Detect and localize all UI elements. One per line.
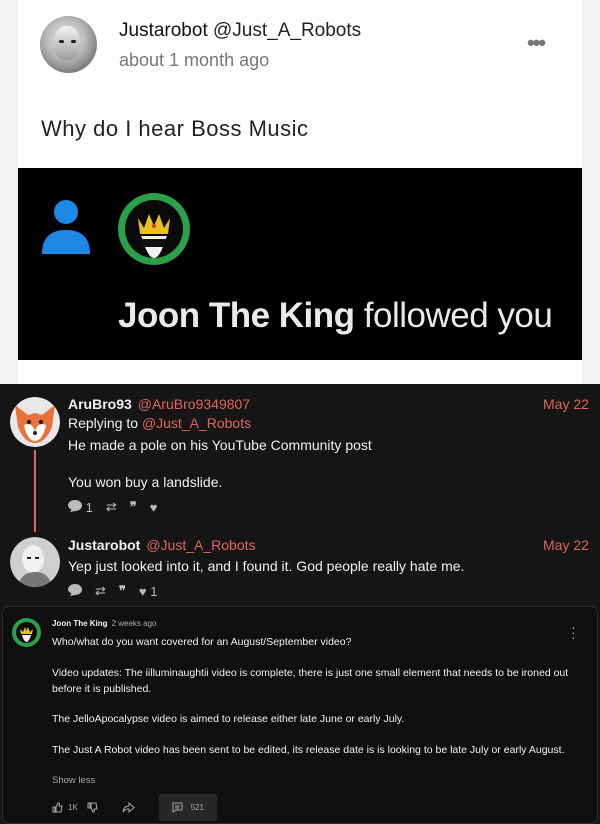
quote-icon[interactable]: ❞ <box>119 583 126 599</box>
robot-avatar[interactable] <box>10 537 60 587</box>
reply-button[interactable] <box>68 583 82 599</box>
tweet-author[interactable]: AruBro93 @AruBro9349807 <box>68 396 250 412</box>
post-author-name: Justarobot <box>119 20 208 41</box>
thread-connector <box>34 450 36 532</box>
comment-paragraph: Video updates: The iilluminaughtii video… <box>52 667 569 695</box>
king-avatar-icon <box>118 193 190 265</box>
tweet-text: You won buy a landslide. <box>68 474 223 490</box>
person-icon <box>42 200 90 254</box>
like-button[interactable]: 1K <box>52 802 78 813</box>
comments-icon <box>172 802 183 813</box>
comment-paragraph: The Just A Robot video has been sent to … <box>52 744 565 756</box>
comment-time: 2 weeks ago <box>111 619 157 628</box>
quote-icon[interactable]: ❞ <box>130 499 137 515</box>
tweet-author-handle: @Just_A_Robots <box>146 537 256 553</box>
thumbs-up-icon <box>52 802 63 813</box>
share-icon[interactable] <box>122 802 135 813</box>
comment-author-name: Joon The King <box>52 619 108 628</box>
show-less-link[interactable]: Show less <box>52 775 95 786</box>
post-author-avatar[interactable] <box>40 16 97 73</box>
like-button[interactable]: ♥ 1 <box>139 584 158 599</box>
post-author[interactable]: Justarobot @Just_A_Robots <box>119 20 361 42</box>
community-post: Joon The King 2 weeks ago · · · Who/what do… <box>2 606 598 824</box>
follower-name: Joon The King <box>118 296 355 335</box>
comment-paragraph: The JelloApocalypse video is aimed to re… <box>52 713 405 725</box>
retweet-icon[interactable]: ⇄ <box>95 583 106 599</box>
replying-to-handle[interactable]: @Just_A_Robots <box>142 415 251 431</box>
robot-face <box>54 26 80 60</box>
post-text: Why do I hear Boss Music <box>41 116 309 141</box>
like-count: 1 <box>150 583 158 599</box>
reply-count: 1 <box>85 499 93 515</box>
tweet-actions: ⇄ ❞ ♥ 1 <box>68 583 157 599</box>
tweet-date[interactable]: May 22 <box>543 537 589 553</box>
more-options-icon[interactable]: ••• <box>527 30 546 56</box>
robot-eye <box>59 40 64 43</box>
follow-notification-text: Joon The King followed you <box>118 296 553 336</box>
thumbs-down-icon[interactable] <box>87 802 98 813</box>
post-image[interactable]: Joon The King followed you <box>18 168 582 360</box>
retweet-icon[interactable]: ⇄ <box>106 499 117 515</box>
heart-icon: ♥ <box>138 583 147 599</box>
comment-author[interactable]: Joon The King 2 weeks ago <box>52 619 156 628</box>
like-count: 1K <box>68 803 78 812</box>
tweet-author-name: AruBro93 <box>68 396 132 412</box>
king-avatar-icon[interactable] <box>12 618 41 647</box>
comment-icon <box>68 499 82 512</box>
tweet-actions: 1 ⇄ ❞ ♥ <box>68 499 157 515</box>
tweet-author-name: Justarobot <box>68 537 141 553</box>
heart-icon[interactable]: ♥ <box>150 500 158 515</box>
comments-button[interactable]: 521 <box>158 794 217 821</box>
comment-paragraph: Who/what do you want covered for an Augu… <box>52 636 352 648</box>
replying-to: Replying to @Just_A_Robots <box>68 415 252 431</box>
comment-actions: 1K 521 <box>52 794 217 821</box>
comment-icon <box>68 583 82 596</box>
post-timestamp: about 1 month ago <box>119 50 270 70</box>
tweet-author-handle: @AruBro9349807 <box>137 396 251 412</box>
robot-eye <box>71 40 76 43</box>
follow-action: followed you <box>363 296 553 335</box>
tweet-author[interactable]: Justarobot @Just_A_Robots <box>68 537 256 553</box>
comment-count: 521 <box>190 803 204 812</box>
tweet-date[interactable]: May 22 <box>543 396 589 412</box>
tweet-text: Yep just looked into it, and I found it.… <box>68 558 465 574</box>
post-author-handle: @Just_A_Robots <box>213 20 362 41</box>
tweet-text: He made a pole on his YouTube Community … <box>68 437 372 453</box>
reply-button[interactable]: 1 <box>68 499 93 515</box>
fox-avatar[interactable] <box>10 397 60 447</box>
